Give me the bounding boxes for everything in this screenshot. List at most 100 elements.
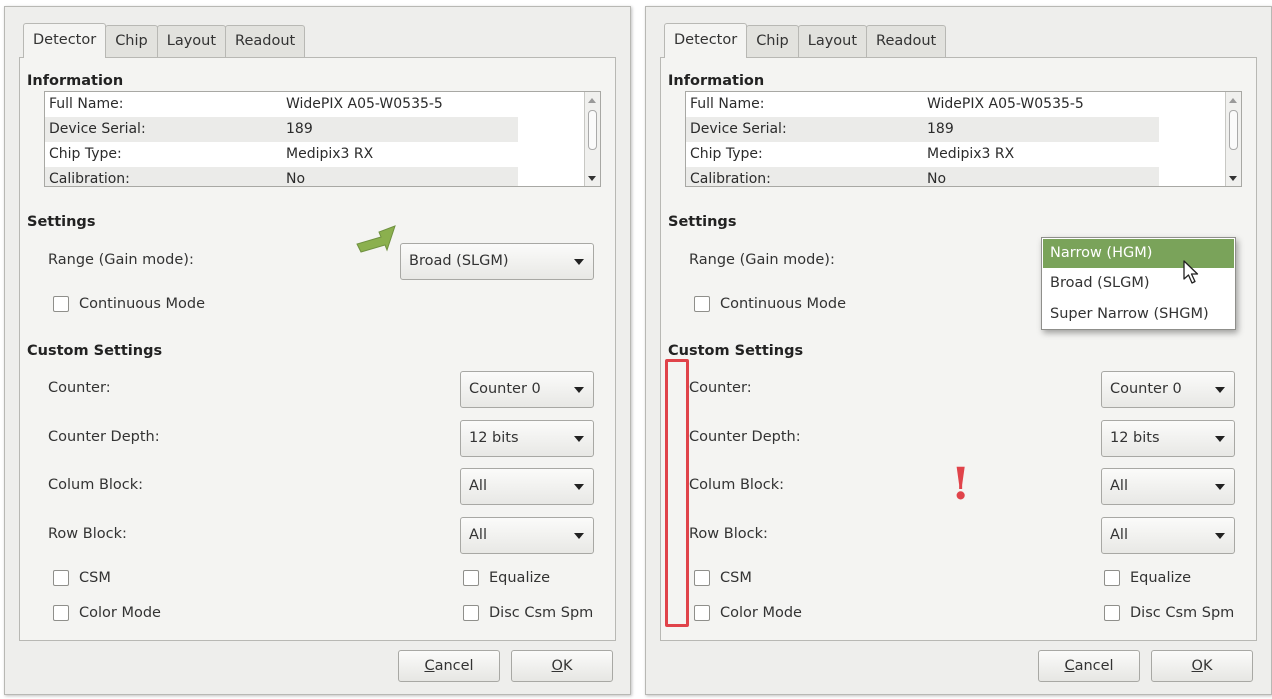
info-value: 189 <box>286 121 313 137</box>
range-combo[interactable]: Broad (SLGM) <box>400 243 594 280</box>
settings-dialog-right: Detector Chip Layout Readout Information… <box>645 6 1272 695</box>
info-scrollbar[interactable] <box>584 92 600 186</box>
custom-settings-heading: Custom Settings <box>668 343 804 359</box>
tab-layout[interactable]: Layout <box>156 25 227 57</box>
scroll-down-icon[interactable] <box>588 176 596 181</box>
info-row-device-serial: Device Serial: 189 <box>45 117 518 142</box>
chevron-down-icon <box>574 484 584 490</box>
row-block-combo[interactable]: All <box>1101 517 1235 554</box>
row-block-combo-value: All <box>1110 527 1128 543</box>
tab-detector[interactable]: Detector <box>664 23 748 58</box>
checkbox-label: Color Mode <box>79 605 161 621</box>
custom-settings-heading: Custom Settings <box>27 343 163 359</box>
info-value: WidePIX A05-W0535-5 <box>286 96 443 112</box>
range-combo-value: Broad (SLGM) <box>409 253 509 269</box>
info-row-chip-type: Chip Type: Medipix3 RX <box>686 142 1159 167</box>
information-heading: Information <box>668 73 765 89</box>
info-key: Full Name: <box>690 96 765 112</box>
info-value: Medipix3 RX <box>927 146 1015 162</box>
range-label: Range (Gain mode): <box>689 252 835 268</box>
checkbox-box[interactable] <box>694 296 710 312</box>
tab-layout[interactable]: Layout <box>797 25 868 57</box>
checkbox-box[interactable] <box>694 570 710 586</box>
tab-chip[interactable]: Chip <box>746 25 799 57</box>
info-value: WidePIX A05-W0535-5 <box>927 96 1084 112</box>
checkbox-box[interactable] <box>1104 570 1120 586</box>
checkbox-box[interactable] <box>53 296 69 312</box>
info-row-calibration: Calibration: No <box>45 167 518 187</box>
checkbox-box[interactable] <box>463 605 479 621</box>
tab-readout[interactable]: Readout <box>866 25 947 57</box>
colum-block-combo[interactable]: All <box>1101 468 1235 505</box>
info-value: Medipix3 RX <box>286 146 374 162</box>
chevron-down-icon <box>574 533 584 539</box>
colum-block-combo-value: All <box>1110 478 1128 494</box>
scroll-up-icon[interactable] <box>1229 98 1237 103</box>
counter-combo[interactable]: Counter 0 <box>460 371 594 408</box>
scroll-down-icon[interactable] <box>1229 176 1237 181</box>
info-key: Device Serial: <box>49 121 146 137</box>
counter-label: Counter: <box>48 380 111 396</box>
chevron-down-icon <box>574 436 584 442</box>
info-row-device-serial: Device Serial: 189 <box>686 117 1159 142</box>
tab-readout[interactable]: Readout <box>225 25 306 57</box>
info-key: Chip Type: <box>49 146 122 162</box>
info-key: Chip Type: <box>690 146 763 162</box>
information-list[interactable]: Full Name: WidePIX A05-W0535-5 Device Se… <box>44 91 601 187</box>
checkbox-box[interactable] <box>53 605 69 621</box>
tab-bar: Detector Chip Layout Readout <box>23 23 306 58</box>
counter-label: Counter: <box>689 380 752 396</box>
chevron-down-icon <box>1215 387 1225 393</box>
green-arrow-icon <box>356 225 396 253</box>
scroll-up-icon[interactable] <box>588 98 596 103</box>
range-option-narrow[interactable]: Narrow (HGM) <box>1043 239 1234 268</box>
scroll-thumb[interactable] <box>1229 110 1238 150</box>
colum-block-combo-value: All <box>469 478 487 494</box>
chevron-down-icon <box>1215 436 1225 442</box>
counter-depth-combo-value: 12 bits <box>1110 430 1160 446</box>
counter-depth-combo[interactable]: 12 bits <box>1101 420 1235 457</box>
checkbox-label: Disc Csm Spm <box>1130 605 1235 621</box>
checkbox-box[interactable] <box>1104 605 1120 621</box>
info-key: Device Serial: <box>690 121 787 137</box>
counter-combo-value: Counter 0 <box>1110 381 1182 397</box>
checkbox-box[interactable] <box>463 570 479 586</box>
range-dropdown-popup[interactable]: Narrow (HGM) Broad (SLGM) Super Narrow (… <box>1041 237 1236 330</box>
range-option-broad[interactable]: Broad (SLGM) <box>1043 269 1234 298</box>
tab-bar: Detector Chip Layout Readout <box>664 23 947 58</box>
checkbox-box[interactable] <box>694 605 710 621</box>
counter-depth-label: Counter Depth: <box>48 429 160 445</box>
counter-combo[interactable]: Counter 0 <box>1101 371 1235 408</box>
checkbox-box[interactable] <box>53 570 69 586</box>
scroll-thumb[interactable] <box>588 110 597 150</box>
information-list[interactable]: Full Name: WidePIX A05-W0535-5 Device Se… <box>685 91 1242 187</box>
row-block-combo[interactable]: All <box>460 517 594 554</box>
ok-button[interactable]: OK <box>1151 650 1253 682</box>
checkbox-label: Continuous Mode <box>79 296 206 312</box>
checkbox-label: Equalize <box>1130 570 1192 586</box>
ok-button[interactable]: OK <box>511 650 613 682</box>
information-heading: Information <box>27 73 124 89</box>
colum-block-label: Colum Block: <box>48 477 144 493</box>
chevron-down-icon <box>574 259 584 265</box>
settings-heading: Settings <box>27 214 96 230</box>
info-scrollbar[interactable] <box>1225 92 1241 186</box>
info-value: No <box>927 171 947 187</box>
info-key: Calibration: <box>49 171 130 187</box>
cancel-button[interactable]: Cancel <box>1038 650 1140 682</box>
cancel-button[interactable]: Cancel <box>398 650 500 682</box>
chevron-down-icon <box>1215 484 1225 490</box>
checkbox-label: CSM <box>720 570 752 586</box>
tab-detector[interactable]: Detector <box>23 23 107 58</box>
checkbox-label: Disc Csm Spm <box>489 605 594 621</box>
exclamation-mark-annotation: ! <box>951 459 971 510</box>
counter-depth-combo-value: 12 bits <box>469 430 519 446</box>
info-key: Full Name: <box>49 96 124 112</box>
checkbox-label: Equalize <box>489 570 551 586</box>
tab-chip[interactable]: Chip <box>105 25 158 57</box>
colum-block-combo[interactable]: All <box>460 468 594 505</box>
info-value: No <box>286 171 306 187</box>
range-option-super-narrow[interactable]: Super Narrow (SHGM) <box>1043 300 1234 329</box>
row-block-combo-value: All <box>469 527 487 543</box>
counter-depth-combo[interactable]: 12 bits <box>460 420 594 457</box>
